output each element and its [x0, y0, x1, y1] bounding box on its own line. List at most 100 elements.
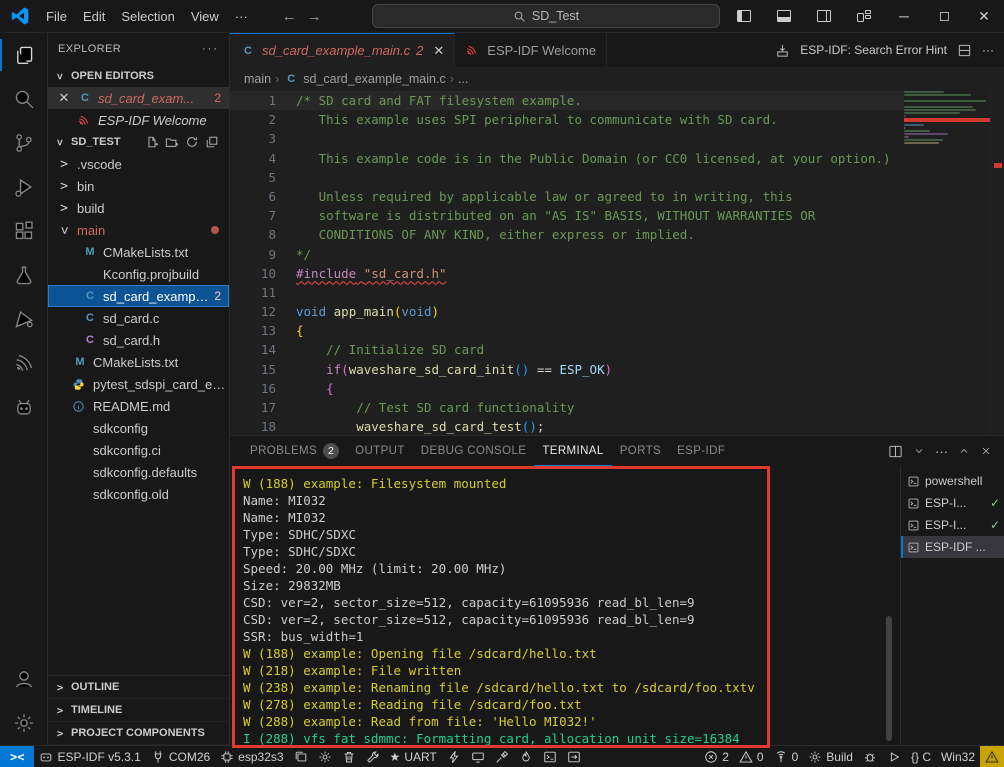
terminal-session[interactable]: ESP-I...✓ — [901, 514, 1004, 536]
status-gear[interactable] — [313, 746, 337, 767]
breadcrumb-item[interactable]: main — [244, 72, 271, 86]
menu-view[interactable]: View — [183, 6, 227, 27]
panel-tab-terminal[interactable]: TERMINAL — [534, 436, 611, 466]
activity-accounts-icon[interactable] — [0, 657, 48, 701]
tree-item-pytest-sdspi-card-exam-[interactable]: pytest_sdspi_card_exam... — [48, 373, 229, 395]
tree-item-main[interactable]: >main — [48, 219, 229, 241]
layout-sidebar-left-icon[interactable] — [724, 0, 764, 32]
panel-tab-ports[interactable]: PORTS — [612, 436, 669, 466]
panel-tab-debug-console[interactable]: DEBUG CONSOLE — [413, 436, 535, 466]
editor-more-icon[interactable]: ··· — [982, 43, 994, 57]
open-editor-item[interactable]: ✕Csd_card_exam...2 — [48, 87, 229, 109]
status-win32[interactable]: Win32 — [936, 746, 980, 767]
activity-espressif-icon[interactable] — [0, 341, 48, 385]
status-folder-copy[interactable] — [289, 746, 313, 767]
tab-sd-card-example-main-c[interactable]: Csd_card_example_main.c2✕ — [230, 33, 455, 67]
status-error-circle[interactable]: 2 — [699, 746, 734, 767]
tree-item-sdkconfig[interactable]: sdkconfig — [48, 417, 229, 439]
tree-item-sd-card-h[interactable]: Csd_card.h — [48, 329, 229, 351]
nav-back-icon[interactable]: ← — [282, 8, 297, 25]
status-flash[interactable] — [442, 746, 466, 767]
tree-item-sd-card-example-[interactable]: Csd_card_example...2 — [48, 285, 229, 307]
refresh-icon[interactable] — [185, 135, 199, 149]
terminal-scrollbar[interactable] — [886, 616, 892, 741]
chevron-down-icon[interactable] — [913, 445, 925, 457]
menu-edit[interactable]: Edit — [75, 6, 113, 27]
install-icon[interactable] — [775, 43, 790, 58]
activity-run-debug-icon[interactable] — [0, 165, 48, 209]
open-editor-item[interactable]: ESP-IDF Welcome — [48, 109, 229, 131]
minimap[interactable] — [904, 91, 990, 435]
project-header[interactable]: > SD_TEST — [48, 131, 229, 153]
breadcrumb[interactable]: main›Csd_card_example_main.c›... — [230, 67, 1004, 91]
status-trash[interactable] — [337, 746, 361, 767]
activity-source-control-icon[interactable] — [0, 121, 48, 165]
tree-item-cmakelists-txt[interactable]: MCMakeLists.txt — [48, 241, 229, 263]
activity-bot-icon[interactable] — [0, 385, 48, 429]
code-editor[interactable]: 1/* SD card and FAT filesystem example.2… — [230, 91, 1004, 435]
close-panel-icon[interactable] — [980, 445, 992, 457]
activity-esp-idf-icon[interactable] — [0, 297, 48, 341]
status-warning[interactable]: 0 — [734, 746, 769, 767]
terminal-session[interactable]: ESP-IDF ... — [901, 536, 1004, 558]
terminal-output[interactable]: W (188) example: Filesystem mountedName:… — [230, 466, 900, 745]
search-error-hint-button[interactable]: ESP-IDF: Search Error Hint — [800, 43, 947, 57]
panel-tab-esp-idf[interactable]: ESP-IDF — [669, 436, 733, 466]
minimize-button[interactable]: ─ — [884, 0, 924, 32]
status--c[interactable]: {} C — [906, 746, 936, 767]
section-timeline[interactable]: >TIMELINE — [48, 699, 229, 722]
status-monitor[interactable] — [466, 746, 490, 767]
tree-item-cmakelists-txt[interactable]: MCMakeLists.txt — [48, 351, 229, 373]
close-icon[interactable]: ✕ — [56, 90, 72, 106]
tree-item--vscode[interactable]: >.vscode — [48, 153, 229, 175]
status-warning[interactable] — [980, 746, 1004, 767]
status-remote[interactable]: >< — [0, 746, 34, 767]
activity-extensions-icon[interactable] — [0, 209, 48, 253]
status-terminal[interactable] — [538, 746, 562, 767]
split-terminal-icon[interactable] — [888, 444, 903, 459]
tree-item-kconfig-projbuild[interactable]: Kconfig.projbuild — [48, 263, 229, 285]
close-icon[interactable]: ✕ — [433, 43, 444, 59]
status-plug[interactable]: COM26 — [146, 746, 215, 767]
status-antenna[interactable]: 0 — [769, 746, 804, 767]
activity-explorer-icon[interactable] — [0, 33, 48, 77]
panel-more-icon[interactable]: ··· — [935, 444, 948, 459]
maximize-panel-icon[interactable] — [958, 445, 970, 457]
split-editor-icon[interactable] — [957, 43, 972, 58]
open-editors-header[interactable]: > OPEN EDITORS — [48, 65, 229, 87]
command-center[interactable]: SD_Test — [372, 4, 720, 28]
close-button[interactable]: ✕ — [964, 0, 1004, 32]
status-wrench[interactable] — [361, 746, 385, 767]
new-file-icon[interactable] — [145, 135, 159, 149]
panel-tab-problems[interactable]: PROBLEMS2 — [242, 436, 347, 466]
maximize-button[interactable] — [924, 0, 964, 32]
breadcrumb-item[interactable]: sd_card_example_main.c — [303, 72, 445, 86]
menu-more[interactable]: ··· — [227, 6, 256, 27]
activity-search-icon[interactable] — [0, 77, 48, 121]
activity-settings-icon[interactable] — [0, 701, 48, 745]
tree-item-sdkconfig-defaults[interactable]: sdkconfig.defaults — [48, 461, 229, 483]
menu-selection[interactable]: Selection — [113, 6, 182, 27]
tree-item-build[interactable]: >build — [48, 197, 229, 219]
status-star[interactable]: ★UART — [385, 746, 442, 767]
layout-panel-icon[interactable] — [764, 0, 804, 32]
tree-item-readme-md[interactable]: README.md — [48, 395, 229, 417]
collapse-all-icon[interactable] — [205, 135, 219, 149]
tree-item-sdkconfig-old[interactable]: sdkconfig.old — [48, 483, 229, 505]
status-gear[interactable]: Build — [803, 746, 858, 767]
status-bug[interactable] — [858, 746, 882, 767]
layout-sidebar-right-icon[interactable] — [804, 0, 844, 32]
section-outline[interactable]: >OUTLINE — [48, 676, 229, 699]
status-play[interactable] — [882, 746, 906, 767]
overview-ruler[interactable] — [990, 91, 1004, 435]
tree-item-sdkconfig-ci[interactable]: sdkconfig.ci — [48, 439, 229, 461]
menu-file[interactable]: File — [38, 6, 75, 27]
terminal-session[interactable]: powershell — [901, 470, 1004, 492]
tab-esp-idf-welcome[interactable]: ESP-IDF Welcome — [455, 33, 607, 67]
tree-item-sd-card-c[interactable]: Csd_card.c — [48, 307, 229, 329]
status-arrow-box[interactable] — [562, 746, 586, 767]
explorer-more-icon[interactable]: ··· — [202, 43, 219, 55]
panel-tab-output[interactable]: OUTPUT — [347, 436, 413, 466]
terminal-session[interactable]: ESP-I...✓ — [901, 492, 1004, 514]
tree-item-bin[interactable]: >bin — [48, 175, 229, 197]
